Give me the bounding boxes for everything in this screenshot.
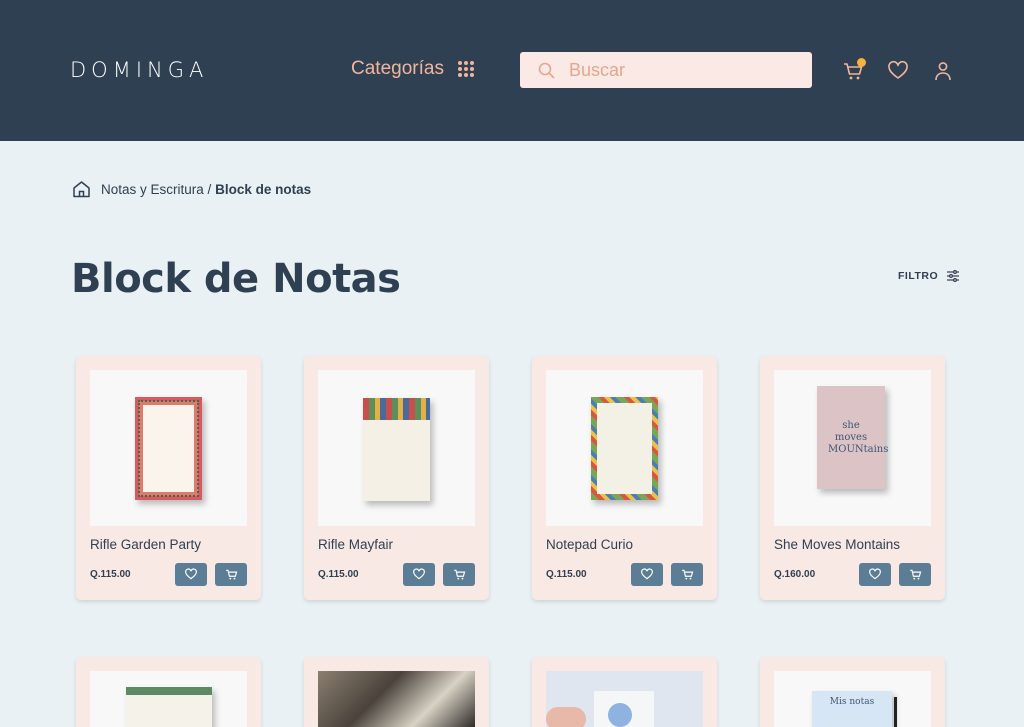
product-image-text: she moves MOUNtains — [828, 419, 889, 455]
user-icon[interactable] — [932, 60, 954, 82]
product-card[interactable]: Rifle Garden Party Q.115.00 — [76, 356, 261, 600]
search-input[interactable] — [569, 59, 779, 81]
product-image[interactable] — [546, 370, 703, 526]
product-image[interactable]: Mis notas — [774, 671, 931, 727]
search-icon[interactable] — [538, 62, 555, 79]
grid-icon[interactable] — [457, 61, 474, 77]
product-name[interactable]: She Moves Montains — [774, 537, 900, 552]
heart-icon — [869, 568, 881, 580]
heart-icon — [185, 568, 197, 580]
add-to-cart-button[interactable] — [215, 563, 247, 586]
product-card[interactable]: Rifle Mayfair Q.115.00 — [304, 356, 489, 600]
product-card[interactable] — [76, 657, 261, 727]
product-image-text: Mis notas — [829, 697, 875, 707]
search-bar[interactable] — [520, 52, 812, 88]
product-price: Q.115.00 — [546, 569, 587, 580]
sliders-icon[interactable] — [947, 270, 960, 282]
heart-icon[interactable] — [887, 60, 909, 82]
breadcrumb-parent[interactable]: Notas y Escritura — [101, 182, 204, 197]
product-card[interactable]: Mis notas — [760, 657, 945, 727]
heart-icon — [641, 568, 653, 580]
add-to-cart-button[interactable] — [443, 563, 475, 586]
logo[interactable]: DOMINGA — [70, 58, 208, 82]
wishlist-button[interactable] — [403, 563, 435, 586]
product-image[interactable] — [546, 671, 703, 727]
product-name[interactable]: Notepad Curio — [546, 537, 633, 552]
product-image[interactable] — [318, 671, 475, 727]
product-card[interactable]: she moves MOUNtains She Moves Montains Q… — [760, 356, 945, 600]
home-icon[interactable] — [72, 180, 91, 198]
wishlist-button[interactable] — [631, 563, 663, 586]
product-image[interactable] — [90, 370, 247, 526]
product-image[interactable] — [318, 370, 475, 526]
cart-icon — [909, 569, 921, 580]
product-price: Q.160.00 — [774, 569, 816, 580]
product-image[interactable]: she moves MOUNtains — [774, 370, 931, 526]
page-title: Block de Notas — [71, 256, 401, 302]
breadcrumb-current: Block de notas — [215, 181, 312, 197]
product-name[interactable]: Rifle Garden Party — [90, 537, 201, 552]
cart-icon — [453, 569, 465, 580]
filter-label[interactable]: FILTRO — [898, 270, 938, 282]
product-card[interactable] — [532, 657, 717, 727]
product-name[interactable]: Rifle Mayfair — [318, 537, 393, 552]
categories-menu[interactable]: Categorías — [351, 58, 474, 80]
product-image[interactable] — [90, 671, 247, 727]
add-to-cart-button[interactable] — [671, 563, 703, 586]
product-card[interactable] — [304, 657, 489, 727]
wishlist-button[interactable] — [859, 563, 891, 586]
site-header: DOMINGA Categorías — [0, 0, 1024, 141]
breadcrumb-separator: / — [207, 181, 212, 197]
cart-badge — [857, 58, 866, 67]
product-price: Q.115.00 — [318, 569, 359, 580]
product-card[interactable]: Notepad Curio Q.115.00 — [532, 356, 717, 600]
filter-button[interactable]: FILTRO — [898, 270, 960, 282]
product-price: Q.115.00 — [90, 569, 131, 580]
categories-label[interactable]: Categorías — [351, 58, 444, 80]
heart-icon — [413, 568, 425, 580]
breadcrumb: Notas y Escritura / Block de notas — [72, 180, 311, 198]
cart-icon — [681, 569, 693, 580]
wishlist-button[interactable] — [175, 563, 207, 586]
add-to-cart-button[interactable] — [899, 563, 931, 586]
cart-icon — [225, 569, 237, 580]
